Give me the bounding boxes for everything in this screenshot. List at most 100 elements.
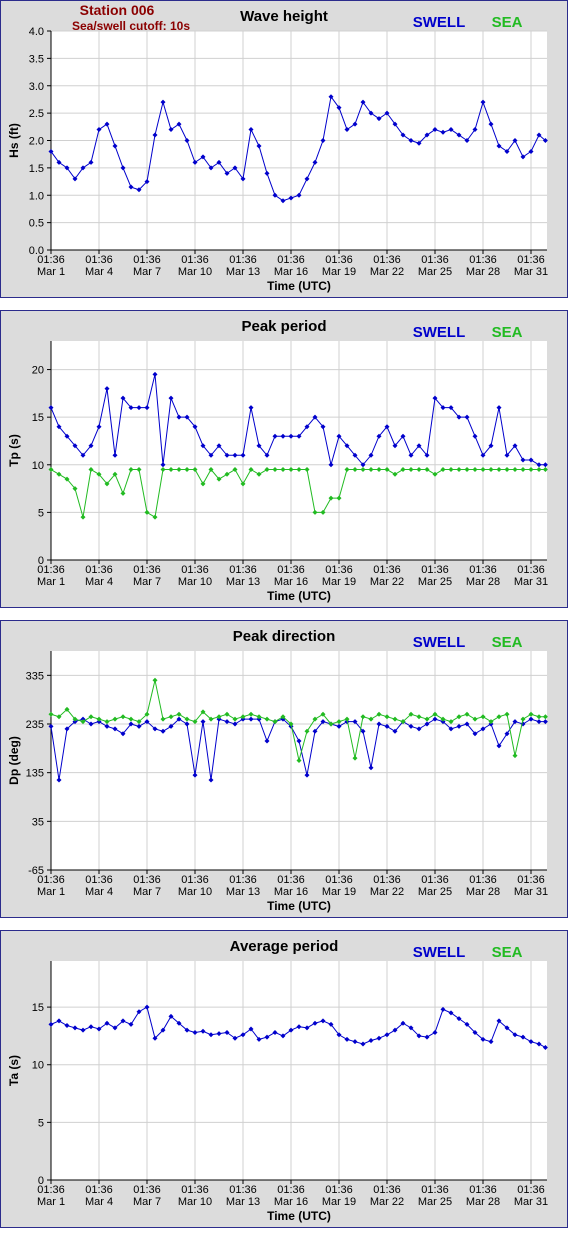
average-period-panel: 0 5 10 15 01:36 Mar 1 01:36 Mar 4 01:36 Mar 7 01:3…	[0, 930, 568, 1228]
y-tick-label: 1.0	[29, 190, 44, 202]
x-tick-date-label: Mar 1	[37, 886, 65, 898]
y-tick-label: 20	[32, 365, 44, 377]
x-tick-date-label: Mar 31	[514, 886, 548, 898]
y-axis-label: Tp (s)	[7, 434, 21, 467]
x-tick-date-label: Mar 28	[466, 886, 500, 898]
x-tick-date-label: Mar 31	[514, 266, 548, 278]
x-tick-time-label: 01:36	[229, 564, 257, 576]
x-tick-time-label: 01:36	[181, 254, 209, 266]
y-tick-label: 235	[26, 719, 44, 731]
x-tick-date-label: Mar 1	[37, 266, 65, 278]
x-tick-date-label: Mar 4	[85, 1196, 113, 1208]
y-tick-label: 2.0	[29, 136, 44, 148]
x-tick-date-label: Mar 4	[85, 576, 113, 588]
x-tick-time-label: 01:36	[325, 1184, 353, 1196]
x-tick-date-label: Mar 16	[274, 1196, 308, 1208]
x-tick-time-label: 01:36	[85, 564, 113, 576]
x-tick-time-label: 01:36	[181, 564, 209, 576]
x-tick-date-label: Mar 19	[322, 886, 356, 898]
legend-sea: SEA	[492, 324, 523, 341]
x-tick-time-label: 01:36	[517, 564, 545, 576]
x-tick-time-label: 01:36	[229, 874, 257, 886]
x-tick-date-label: Mar 16	[274, 576, 308, 588]
x-axis-label: Time (UTC)	[267, 589, 331, 603]
x-tick-time-label: 01:36	[325, 254, 353, 266]
legend-sea: SEA	[492, 634, 523, 651]
x-tick-time-label: 01:36	[421, 1184, 449, 1196]
x-tick-time-label: 01:36	[37, 874, 65, 886]
x-tick-time-label: 01:36	[373, 1184, 401, 1196]
x-tick-time-label: 01:36	[373, 874, 401, 886]
x-tick-date-label: Mar 7	[133, 886, 161, 898]
x-tick-date-label: Mar 16	[274, 266, 308, 278]
x-tick-time-label: 01:36	[469, 564, 497, 576]
x-tick-date-label: Mar 4	[85, 886, 113, 898]
peak-period-chart: 0510152001:36Mar 101:36Mar 401:36Mar 701…	[7, 318, 548, 603]
x-tick-time-label: 01:36	[133, 1184, 161, 1196]
x-tick-time-label: 01:36	[421, 254, 449, 266]
x-tick-date-label: Mar 31	[514, 1196, 548, 1208]
x-axis-label: Time (UTC)	[267, 1209, 331, 1223]
x-tick-time-label: 01:36	[421, 874, 449, 886]
legend-sea: SEA	[492, 14, 523, 31]
x-tick-time-label: 01:36	[85, 1184, 113, 1196]
x-tick-time-label: 01:36	[181, 874, 209, 886]
legend-sea: SEA	[492, 944, 523, 961]
wave-height-panel: 0.0 0.5 1.0 1.5 2.0 2.5 3.0 3.5 4.0 01:36 Mar 1 01:…	[0, 0, 568, 298]
x-tick-time-label: 01:36	[517, 1184, 545, 1196]
chart-title: Average period	[230, 938, 339, 955]
x-tick-time-label: 01:36	[517, 874, 545, 886]
x-tick-date-label: Mar 25	[418, 576, 452, 588]
y-axis-label: Hs (ft)	[7, 123, 21, 158]
x-tick-time-label: 01:36	[469, 1184, 497, 1196]
x-tick-time-label: 01:36	[229, 1184, 257, 1196]
x-tick-time-label: 01:36	[37, 1184, 65, 1196]
y-tick-label: 35	[32, 816, 44, 828]
x-tick-date-label: Mar 10	[178, 576, 212, 588]
x-tick-time-label: 01:36	[373, 564, 401, 576]
y-tick-label: 0.5	[29, 218, 44, 230]
legend-swell: SWELL	[413, 944, 466, 961]
plot-area	[51, 961, 547, 1180]
chart-title: Wave height	[240, 8, 328, 25]
x-tick-date-label: Mar 25	[418, 886, 452, 898]
x-tick-date-label: Mar 7	[133, 266, 161, 278]
x-tick-date-label: Mar 13	[226, 576, 260, 588]
x-tick-date-label: Mar 28	[466, 266, 500, 278]
x-tick-time-label: 01:36	[229, 254, 257, 266]
x-tick-time-label: 01:36	[133, 874, 161, 886]
x-axis-label: Time (UTC)	[267, 899, 331, 913]
x-tick-time-label: 01:36	[469, 874, 497, 886]
y-tick-label: 1.5	[29, 163, 44, 175]
y-tick-label: 335	[26, 670, 44, 682]
peak-direction-chart: -653513523533501:36Mar 101:36Mar 401:36M…	[7, 628, 548, 913]
y-tick-label: 135	[26, 768, 44, 780]
x-tick-time-label: 01:36	[325, 564, 353, 576]
y-tick-label: 4.0	[29, 26, 44, 38]
x-tick-date-label: Mar 19	[322, 266, 356, 278]
x-tick-time-label: 01:36	[277, 254, 305, 266]
x-tick-time-label: 01:36	[277, 1184, 305, 1196]
plot-area	[51, 341, 547, 560]
x-tick-date-label: Mar 28	[466, 1196, 500, 1208]
x-tick-time-label: 01:36	[85, 874, 113, 886]
x-tick-date-label: Mar 28	[466, 576, 500, 588]
x-tick-date-label: Mar 13	[226, 886, 260, 898]
x-tick-date-label: Mar 7	[133, 1196, 161, 1208]
x-tick-date-label: Mar 10	[178, 266, 212, 278]
x-tick-date-label: Mar 31	[514, 576, 548, 588]
x-tick-date-label: Mar 13	[226, 266, 260, 278]
y-tick-label: 15	[32, 412, 44, 424]
x-tick-date-label: Mar 13	[226, 1196, 260, 1208]
x-tick-time-label: 01:36	[277, 564, 305, 576]
x-tick-date-label: Mar 16	[274, 886, 308, 898]
x-tick-date-label: Mar 22	[370, 576, 404, 588]
x-tick-date-label: Mar 22	[370, 886, 404, 898]
y-tick-label: 5	[38, 507, 44, 519]
x-tick-date-label: Mar 10	[178, 1196, 212, 1208]
x-tick-time-label: 01:36	[517, 254, 545, 266]
x-tick-date-label: Mar 19	[322, 1196, 356, 1208]
x-tick-date-label: Mar 4	[85, 266, 113, 278]
wave-height-chart: 0.00.51.01.52.02.53.03.54.001:36Mar 101:…	[7, 2, 548, 293]
x-tick-time-label: 01:36	[373, 254, 401, 266]
